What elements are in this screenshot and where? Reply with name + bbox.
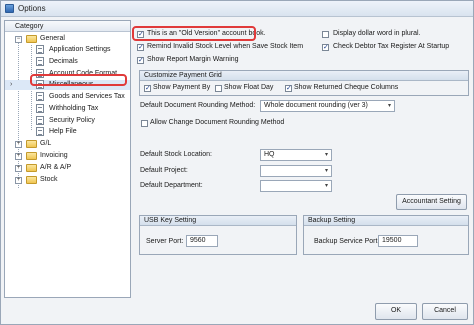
folder-icon <box>26 140 37 148</box>
tree-item-stock[interactable]: + Stock <box>5 175 130 185</box>
server-port-input[interactable]: 9560 <box>186 235 218 247</box>
tree-item-label: General <box>40 35 65 42</box>
document-icon <box>36 45 44 54</box>
category-tree[interactable]: Category − General Application Settings … <box>4 20 131 298</box>
tree-item-decimals[interactable]: Decimals <box>5 57 130 67</box>
rounding-method-label: Default Document Rounding Method: <box>140 102 256 109</box>
expand-icon[interactable]: + <box>15 165 22 172</box>
default-department-label: Default Department: <box>140 182 203 189</box>
document-icon <box>36 116 44 125</box>
tree-item-goods-and-services-tax[interactable]: Goods and Services Tax <box>5 92 130 102</box>
allow-change-rounding-label: Allow Change Document Rounding Method <box>150 119 285 126</box>
chevron-down-icon[interactable]: ▾ <box>322 166 331 176</box>
show-float-day-checkbox[interactable] <box>215 85 222 92</box>
default-project-select[interactable]: ▾ <box>260 165 332 177</box>
remind-invalid-stock-label: Remind Invalid Stock Level when Save Sto… <box>147 43 304 50</box>
server-port-label: Server Port: <box>146 238 184 245</box>
tree-item-label: A/R & A/P <box>40 164 72 171</box>
allow-change-rounding-checkbox[interactable] <box>141 120 148 127</box>
document-icon <box>36 104 44 113</box>
check-debtor-tax-label: Check Debtor Tax Register At Startup <box>333 43 450 50</box>
server-port-value: 9560 <box>190 237 206 244</box>
chevron-down-icon[interactable]: ▾ <box>322 181 331 191</box>
remind-invalid-stock-checkbox[interactable]: ✓ <box>137 44 144 51</box>
tree-item-label: Application Settings <box>49 46 111 53</box>
tree-item-withholding-tax[interactable]: Withholding Tax <box>5 104 130 114</box>
display-dollar-plural-checkbox[interactable] <box>322 31 329 38</box>
tree-item-security-policy[interactable]: Security Policy <box>5 116 130 126</box>
title-bar: Options <box>1 1 473 17</box>
folder-icon <box>26 176 37 184</box>
document-icon <box>36 127 44 136</box>
default-stock-location-select[interactable]: HQ ▾ <box>260 149 332 161</box>
window-title: Options <box>18 4 46 13</box>
document-icon <box>36 92 44 101</box>
payment-grid-group: Customize Payment Grid ✓ Show Payment By… <box>139 70 469 96</box>
show-returned-cheque-checkbox[interactable]: ✓ <box>285 85 292 92</box>
show-payment-by-label: Show Payment By <box>153 84 211 91</box>
highlight-box-miscellaneous <box>30 74 127 86</box>
payment-grid-title: Customize Payment Grid <box>140 71 468 81</box>
collapse-icon[interactable]: − <box>15 36 22 43</box>
default-department-select[interactable]: ▾ <box>260 180 332 192</box>
tree-item-label: Security Policy <box>49 117 95 124</box>
options-window: Options Category − General Application S… <box>0 0 474 325</box>
highlight-box-old-version <box>132 26 256 41</box>
backup-group: Backup Setting Backup Service Port: 1950… <box>303 215 469 255</box>
app-icon <box>5 4 14 13</box>
tree-item-label: Decimals <box>49 58 78 65</box>
tree-item-label: Stock <box>40 176 58 183</box>
chevron-down-icon[interactable]: ▾ <box>322 150 331 160</box>
backup-service-port-label: Backup Service Port: <box>314 238 380 245</box>
tree-item-help-file[interactable]: Help File <box>5 127 130 137</box>
tree-item-general[interactable]: − General <box>5 34 130 44</box>
tree-item-gl[interactable]: + G/L <box>5 139 130 149</box>
folder-icon <box>26 164 37 172</box>
folder-icon <box>26 35 37 43</box>
chevron-down-icon[interactable]: ▾ <box>385 101 394 111</box>
tree-item-label: Withholding Tax <box>49 105 99 112</box>
tree-item-application-settings[interactable]: Application Settings <box>5 45 130 55</box>
accountant-setting-button[interactable]: Accountant Setting <box>396 194 467 210</box>
backup-service-port-value: 19500 <box>382 237 402 244</box>
backup-service-port-input[interactable]: 19500 <box>378 235 418 247</box>
tree-item-label: Invoicing <box>40 152 68 159</box>
show-payment-by-checkbox[interactable]: ✓ <box>144 85 151 92</box>
tree-item-label: Help File <box>49 128 77 135</box>
tree-item-invoicing[interactable]: + Invoicing <box>5 151 130 161</box>
check-debtor-tax-checkbox[interactable]: ✓ <box>322 44 329 51</box>
tree-item-label: G/L <box>40 140 52 147</box>
default-project-label: Default Project: <box>140 167 188 174</box>
usb-key-title: USB Key Setting <box>140 216 296 226</box>
show-returned-cheque-label: Show Returned Cheque Columns <box>294 84 399 91</box>
cancel-button[interactable]: Cancel <box>422 303 468 320</box>
backup-title: Backup Setting <box>304 216 468 226</box>
tree-item-label: Goods and Services Tax <box>49 93 125 100</box>
usb-key-group: USB Key Setting Server Port: 9560 <box>139 215 297 255</box>
ok-button[interactable]: OK <box>375 303 417 320</box>
expand-icon[interactable]: + <box>15 177 22 184</box>
folder-icon <box>26 152 37 160</box>
expand-icon[interactable]: + <box>15 153 22 160</box>
show-report-margin-label: Show Report Margin Warning <box>147 56 239 63</box>
current-row-arrow-icon: › <box>10 81 13 88</box>
expand-icon[interactable]: + <box>15 141 22 148</box>
tree-header: Category <box>5 21 130 32</box>
show-float-day-label: Show Float Day <box>224 84 274 91</box>
tree-item-ar-ap[interactable]: + A/R & A/P <box>5 163 130 173</box>
document-icon <box>36 57 44 66</box>
display-dollar-plural-label: Display dollar word in plural. <box>333 30 421 37</box>
default-stock-location-value: HQ <box>264 151 275 158</box>
rounding-method-select[interactable]: Whole document rounding (ver 3) ▾ <box>260 100 395 112</box>
default-stock-location-label: Default Stock Location: <box>140 151 212 158</box>
show-report-margin-checkbox[interactable]: ✓ <box>137 57 144 64</box>
rounding-method-value: Whole document rounding (ver 3) <box>264 102 368 109</box>
